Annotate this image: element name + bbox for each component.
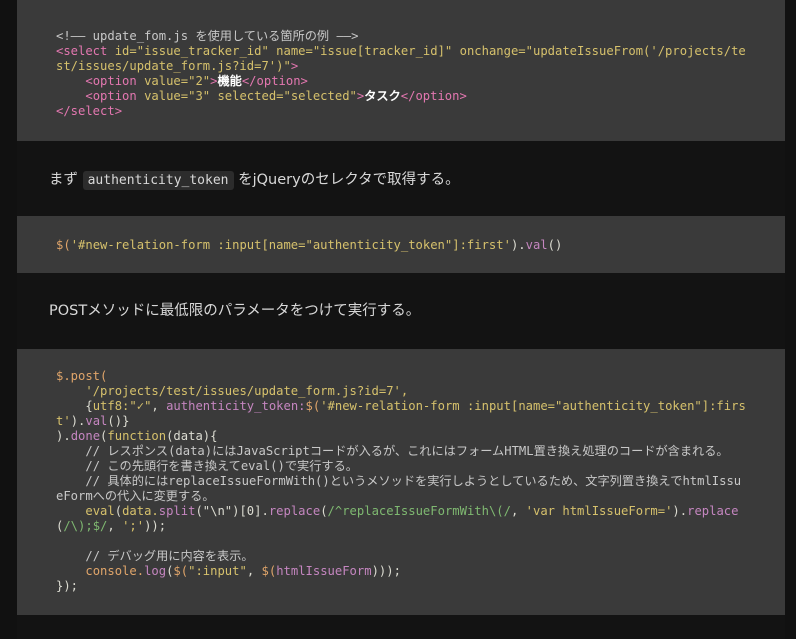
- article: <!—— update_fom.js を使用している箇所の例 ——> <sele…: [17, 0, 785, 639]
- code-fn: $(: [261, 564, 277, 578]
- code-punct: )));: [371, 564, 401, 578]
- code-punct: });: [56, 579, 79, 593]
- code-punct: (: [320, 504, 328, 518]
- code-punct: (data): [166, 429, 211, 443]
- code-punct: {: [210, 429, 218, 443]
- code-punct: (): [547, 238, 563, 252]
- code-var: data.: [122, 504, 159, 518]
- code-string: "2": [188, 74, 211, 88]
- code-attr: selected=: [210, 89, 284, 103]
- paragraph-text: POSTメソッドに最低限のパラメータをつけて実行する。: [49, 303, 421, 319]
- code-string: ":input": [188, 564, 247, 578]
- code-punct: ,: [107, 519, 123, 533]
- inline-code: authenticity_token: [82, 171, 234, 190]
- code-text: 機能: [217, 74, 242, 88]
- code-fn: $(: [56, 238, 71, 252]
- code-punct: ).: [672, 504, 688, 518]
- code-method: done: [70, 429, 101, 443]
- code-method: replace: [268, 504, 321, 518]
- code-method: val: [525, 238, 548, 252]
- code-string: "selected": [283, 89, 357, 103]
- code-comment: <!—— update_fom.js を使用している箇所の例 ——>: [56, 29, 359, 43]
- code-content: $('#new-relation-form :input[name="authe…: [56, 238, 747, 253]
- code-punct: ()}: [107, 414, 130, 428]
- code-comment: // この先頭行を書き換えてeval()で実行する。: [85, 459, 358, 473]
- code-attr: value=: [136, 89, 189, 103]
- code-comment: // 具体的にはreplaceIssueFormWith()というメソッドを実行…: [56, 474, 742, 503]
- code-attr: id=: [107, 44, 137, 58]
- paragraph-get-token: まず authenticity_token をjQueryのセレクタで取得する。: [49, 169, 460, 192]
- code-string: "issue[tracker_id]": [312, 44, 453, 58]
- code-punct: ,: [246, 564, 262, 578]
- code-fn: $(: [305, 399, 321, 413]
- code-method: val: [85, 414, 108, 428]
- code-var: htmlIssueForm: [276, 564, 372, 578]
- code-string: "issue_tracker_id": [136, 44, 269, 58]
- code-tag: <option: [85, 74, 137, 88]
- code-punct: ).: [56, 429, 71, 443]
- code-punct: ).: [510, 238, 526, 252]
- code-punct: (: [114, 504, 123, 518]
- code-content: <!—— update_fom.js を使用している箇所の例 ——> <sele…: [56, 29, 747, 119]
- code-tag: </select>: [56, 104, 123, 118]
- code-comment: // レスポンス(data)にはJavaScriptコードが入るが、これにはフォ…: [85, 444, 729, 458]
- code-attr: value=: [136, 74, 189, 88]
- code-key: authenticity_token:: [166, 399, 306, 413]
- code-string: "✓": [129, 399, 152, 413]
- paragraph-text: まず: [49, 172, 83, 188]
- code-block-jquery-selector: $('#new-relation-form :input[name="authe…: [17, 216, 785, 273]
- code-tag: </option>: [400, 89, 467, 103]
- code-punct: [0].: [239, 504, 269, 518]
- code-punct: ));: [144, 519, 167, 533]
- code-text: タスク: [364, 89, 401, 103]
- code-string: 'var htmlIssueForm=': [525, 504, 673, 518]
- code-block-html-select: <!—— update_fom.js を使用している箇所の例 ——> <sele…: [17, 0, 785, 141]
- code-punct: ,: [510, 504, 526, 518]
- code-tag: >: [290, 59, 299, 73]
- code-attr: name=: [268, 44, 313, 58]
- code-comment: // デバッグ用に内容を表示。: [85, 549, 254, 563]
- code-tag: </option>: [241, 74, 308, 88]
- code-fn: $(: [173, 564, 189, 578]
- code-tag: <select: [56, 44, 108, 58]
- code-string: "3": [188, 89, 211, 103]
- code-fn: $.post(: [56, 369, 108, 383]
- paragraph-post: POSTメソッドに最低限のパラメータをつけて実行する。: [49, 300, 420, 322]
- code-method: split: [158, 504, 196, 518]
- code-method: replace: [687, 504, 739, 518]
- paragraph-text: をjQueryのセレクタで取得する。: [233, 172, 460, 188]
- code-key: utf8:: [92, 399, 130, 413]
- code-punct: {: [85, 399, 93, 413]
- code-regex: /^replaceIssueFormWith\(/: [327, 504, 511, 518]
- code-attr: onchange=: [452, 44, 526, 58]
- code-block-post: $.post( '/projects/test/issues/update_fo…: [17, 349, 785, 615]
- code-punct: ).: [70, 414, 86, 428]
- code-tag: <option: [85, 89, 137, 103]
- code-string: '/projects/test/issues/update_form.js?id…: [85, 384, 409, 398]
- code-regex: /\);$/: [63, 519, 108, 533]
- code-string: '#new-relation-form :input[name="authent…: [70, 238, 511, 252]
- code-var: console.: [85, 564, 145, 578]
- code-string: ';': [122, 519, 145, 533]
- code-punct: ,: [151, 399, 167, 413]
- code-keyword: function: [107, 429, 167, 443]
- code-fn: eval: [85, 504, 115, 518]
- code-content: $.post( '/projects/test/issues/update_fo…: [56, 369, 747, 594]
- code-punct: ("\n"): [195, 504, 240, 518]
- code-method: log: [144, 564, 167, 578]
